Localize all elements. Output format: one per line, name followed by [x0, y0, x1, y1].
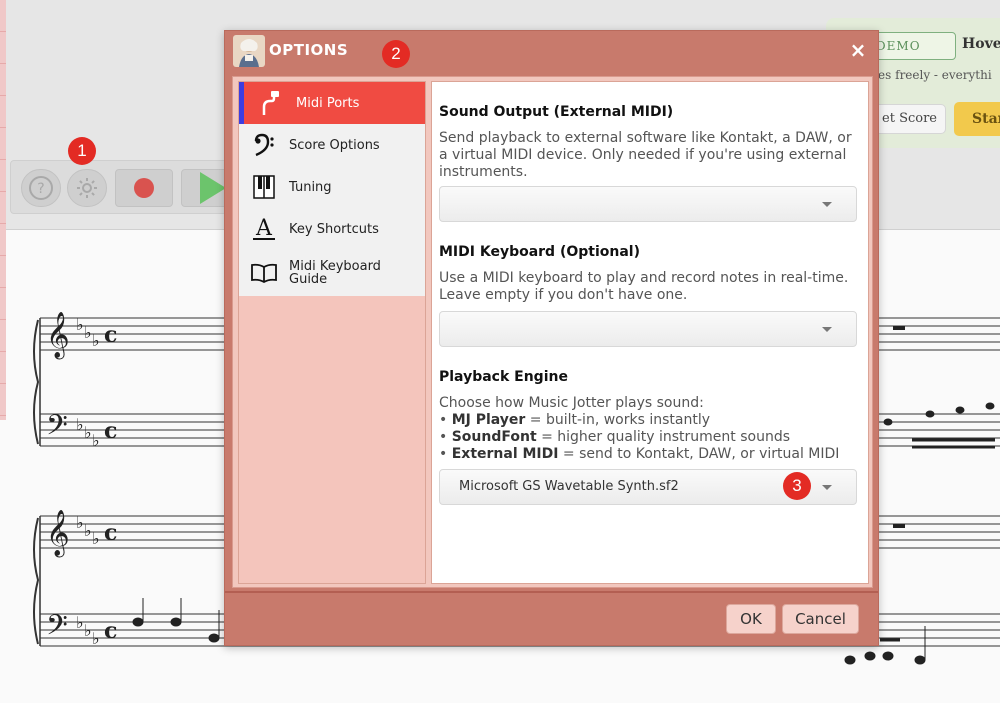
svg-text:𝄢: 𝄢	[46, 409, 68, 449]
sound-output-title: Sound Output (External MIDI)	[439, 104, 674, 120]
svg-text:𝄞: 𝄞	[46, 312, 70, 360]
keyboard-letter-icon: A	[251, 216, 277, 242]
options-dialog: OPTIONS × Midi Ports Score Options Tunin…	[224, 30, 879, 646]
svg-text:♭: ♭	[76, 613, 84, 632]
midi-keyboard-select[interactable]	[439, 311, 857, 347]
sidebar-item-label: Key Shortcuts	[289, 221, 379, 237]
svg-text:♭: ♭	[84, 621, 92, 640]
chevron-down-icon	[822, 485, 832, 490]
cancel-button[interactable]: Cancel	[782, 604, 859, 634]
svg-text:♭: ♭	[84, 521, 92, 540]
options-sidebar: Midi Ports Score Options Tuning A Key Sh…	[238, 81, 426, 584]
dialog-title: OPTIONS	[269, 41, 349, 59]
svg-text:♭: ♭	[84, 323, 92, 342]
engine-bullet-external-midi: • External MIDI = send to Kontakt, DAW, …	[439, 446, 840, 462]
chevron-down-icon	[822, 327, 832, 332]
svg-text:c: c	[104, 520, 117, 546]
dialog-header[interactable]: OPTIONS ×	[225, 31, 878, 71]
svg-text:c: c	[104, 322, 117, 348]
annotation-marker-1: 1	[68, 137, 96, 165]
chevron-down-icon	[822, 202, 832, 207]
sidebar-item-label: Tuning	[289, 179, 332, 195]
options-nav: Midi Ports Score Options Tuning A Key Sh…	[239, 82, 425, 296]
annotation-marker-3: 3	[783, 472, 811, 500]
dialog-footer: OK Cancel	[225, 591, 878, 645]
playback-engine-title: Playback Engine	[439, 369, 568, 385]
open-book-icon	[251, 260, 277, 286]
sidebar-item-tuning[interactable]: Tuning	[239, 166, 425, 208]
sound-output-description: Send playback to external software like …	[439, 130, 852, 180]
sidebar-item-score-options[interactable]: Score Options	[239, 124, 425, 166]
svg-text:c: c	[104, 618, 117, 644]
svg-text:♭: ♭	[92, 331, 100, 350]
svg-text:𝄢: 𝄢	[46, 609, 68, 649]
annotation-marker-2: 2	[382, 40, 410, 68]
sidebar-item-midi-keyboard-guide[interactable]: Midi Keyboard Guide	[239, 250, 425, 296]
sidebar-item-key-shortcuts[interactable]: A Key Shortcuts	[239, 208, 425, 250]
engine-bullet-mj-player: • MJ Player = built-in, works instantly	[439, 412, 711, 428]
composer-logo-icon	[233, 35, 265, 67]
piano-keys-icon	[251, 174, 277, 200]
bass-clef-icon	[251, 132, 277, 158]
dialog-body: Midi Ports Score Options Tuning A Key Sh…	[232, 76, 873, 588]
svg-text:♭: ♭	[76, 315, 84, 334]
sidebar-item-label: Score Options	[289, 137, 380, 153]
midi-cable-icon	[258, 90, 284, 116]
playback-engine-description: Choose how Music Jotter plays sound: • M…	[439, 395, 864, 463]
svg-text:♭: ♭	[92, 431, 100, 450]
midi-ports-panel: Sound Output (External MIDI) Send playba…	[431, 81, 869, 584]
ok-button[interactable]: OK	[726, 604, 776, 634]
svg-text:c: c	[104, 418, 117, 444]
sidebar-item-label: Midi Keyboard Guide	[289, 259, 381, 287]
close-icon[interactable]: ×	[848, 39, 868, 61]
engine-bullet-soundfont: • SoundFont = higher quality instrument …	[439, 429, 790, 445]
sidebar-item-label: Midi Ports	[296, 95, 360, 111]
svg-text:♭: ♭	[84, 423, 92, 442]
svg-text:A: A	[255, 216, 273, 241]
svg-text:𝄞: 𝄞	[46, 510, 70, 558]
svg-text:♭: ♭	[92, 529, 100, 548]
svg-text:♭: ♭	[76, 415, 84, 434]
svg-text:♭: ♭	[76, 513, 84, 532]
select-value: Microsoft GS Wavetable Synth.sf2	[459, 479, 679, 494]
midi-keyboard-title: MIDI Keyboard (Optional)	[439, 244, 640, 260]
sidebar-item-midi-ports[interactable]: Midi Ports	[239, 82, 425, 124]
sound-output-select[interactable]	[439, 186, 857, 222]
svg-text:♭: ♭	[92, 629, 100, 648]
midi-keyboard-description: Use a MIDI keyboard to play and record n…	[439, 270, 849, 303]
